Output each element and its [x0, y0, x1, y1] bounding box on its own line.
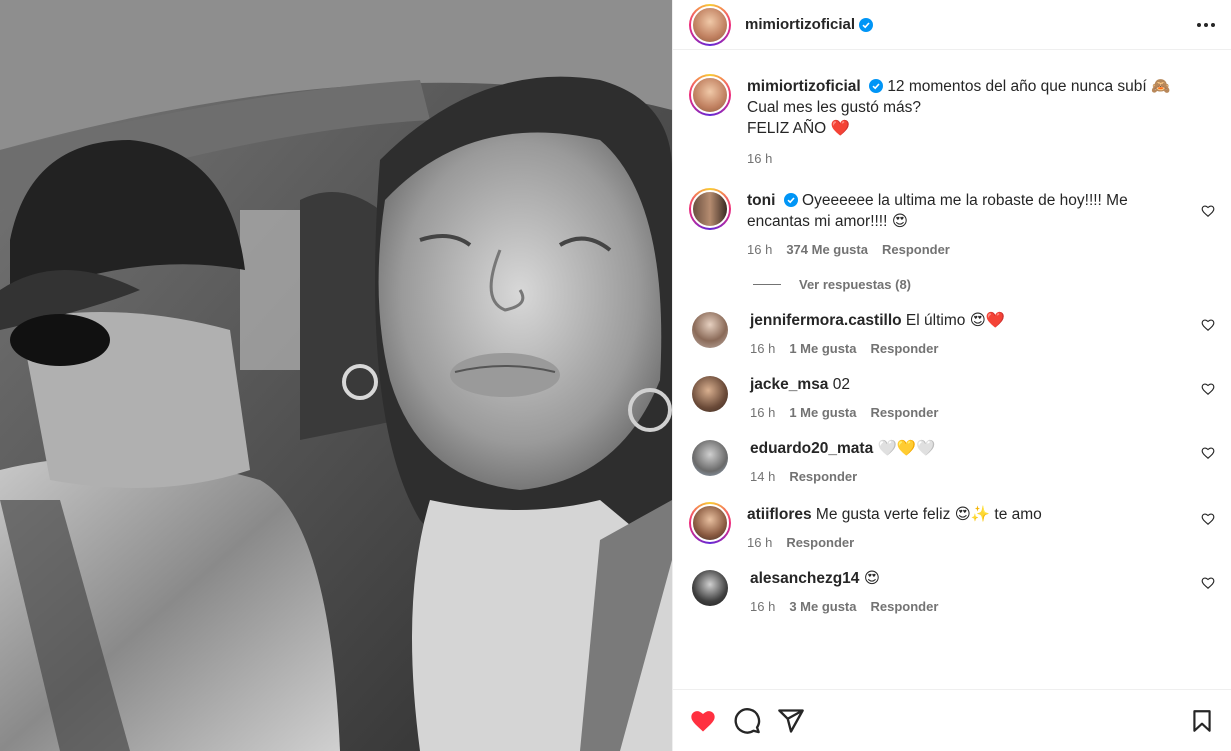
comment-item: alesanchezg14 😍 16 h 3 Me gusta Responde…: [689, 568, 1215, 614]
commenter-avatar[interactable]: [692, 312, 728, 348]
post-photo-image: [0, 0, 672, 751]
comment-item: atiiflores Me gusta verte feliz 😍✨ te am…: [689, 502, 1215, 550]
send-icon[interactable]: [777, 707, 805, 735]
comment-time: 16 h: [747, 535, 773, 550]
reply-button[interactable]: Responder: [786, 535, 854, 550]
commenter-avatar[interactable]: [689, 502, 731, 544]
commenter-username[interactable]: jennifermora.castillo: [750, 312, 902, 329]
comments-list: mimiortizoficial 12 momentos del año que…: [673, 50, 1231, 689]
action-bar: [673, 689, 1231, 751]
commenter-avatar[interactable]: [692, 440, 728, 476]
commenter-avatar[interactable]: [689, 188, 731, 230]
reply-button[interactable]: Responder: [882, 242, 950, 257]
comment-likes[interactable]: 1 Me gusta: [789, 341, 856, 356]
author-avatar[interactable]: [689, 3, 731, 46]
post-header: mimiortizoficial: [673, 0, 1231, 50]
verified-badge-icon: [859, 17, 874, 32]
commenter-username[interactable]: atiiflores: [747, 506, 812, 523]
comment-time: 16 h: [750, 405, 776, 420]
heart-filled-icon[interactable]: [689, 707, 717, 735]
comment-time: 16 h: [750, 599, 776, 614]
post-viewer: mimiortizoficial mimiortizoficial 12 mom…: [0, 0, 1231, 751]
reply-button[interactable]: Responder: [789, 469, 857, 484]
comment-time: 16 h: [750, 341, 776, 356]
comment-item: toni Oyeeeeee la ultima me la robaste de…: [689, 188, 1215, 257]
comment-likes[interactable]: 3 Me gusta: [789, 599, 856, 614]
bookmark-icon[interactable]: [1189, 708, 1215, 734]
commenter-username[interactable]: eduardo20_mata: [750, 440, 873, 457]
comment-like-icon[interactable]: [1201, 446, 1215, 460]
comment-like-icon[interactable]: [1201, 204, 1215, 218]
comment-like-icon[interactable]: [1201, 512, 1215, 526]
comment-item: eduardo20_mata 🤍💛🤍 14 h Responder: [689, 438, 1215, 484]
view-replies-label: Ver respuestas (8): [799, 277, 912, 292]
comment-text-line2: encantas mi amor!!!! 😍: [747, 213, 908, 230]
comment-text: El último 😍❤️: [905, 312, 1006, 329]
comment-item: jacke_msa 02 16 h 1 Me gusta Responder: [689, 374, 1215, 420]
comment-likes[interactable]: 374 Me gusta: [786, 242, 868, 257]
verified-badge-icon: [869, 79, 883, 93]
comment-like-icon[interactable]: [1201, 382, 1215, 396]
comment-text: Oyeeeeee la ultima me la robaste de hoy!…: [802, 192, 1128, 209]
verified-badge-icon: [783, 193, 798, 207]
view-replies-button[interactable]: Ver respuestas (8): [753, 277, 1215, 292]
comment-like-icon[interactable]: [1201, 576, 1215, 590]
reply-button[interactable]: Responder: [871, 405, 939, 420]
caption-username[interactable]: mimiortizoficial: [747, 78, 861, 95]
commenter-username[interactable]: jacke_msa: [750, 376, 828, 393]
comment-like-icon[interactable]: [1201, 318, 1215, 332]
post-side-panel: mimiortizoficial mimiortizoficial 12 mom…: [672, 0, 1231, 751]
author-username[interactable]: mimiortizoficial: [745, 16, 855, 33]
commenter-username[interactable]: alesanchezg14: [750, 570, 859, 587]
author-avatar-small[interactable]: [689, 74, 731, 116]
comment-item: jennifermora.castillo El último 😍❤️ 16 h…: [689, 310, 1215, 356]
commenter-username[interactable]: toni: [747, 192, 775, 209]
commenter-avatar[interactable]: [692, 570, 728, 606]
comment-time: 14 h: [750, 469, 776, 484]
comment-icon[interactable]: [733, 707, 761, 735]
caption-text-line1: 12 momentos del año que nunca subí 🙈: [887, 78, 1171, 95]
caption-time: 16 h: [747, 151, 773, 166]
comment-text: 🤍💛🤍: [877, 440, 936, 457]
caption-text-line2: Cual mes les gustó más?: [747, 99, 922, 116]
caption-text-line3: FELIZ AÑO ❤️: [747, 120, 850, 137]
post-caption: mimiortizoficial 12 momentos del año que…: [689, 74, 1215, 166]
comment-text: Me gusta verte feliz 😍✨ te amo: [815, 506, 1042, 523]
comment-likes[interactable]: 1 Me gusta: [789, 405, 856, 420]
post-photo[interactable]: [0, 0, 672, 751]
comment-time: 16 h: [747, 242, 773, 257]
more-options-icon[interactable]: [1197, 17, 1215, 33]
reply-button[interactable]: Responder: [871, 599, 939, 614]
reply-button[interactable]: Responder: [871, 341, 939, 356]
replies-divider: [753, 284, 781, 285]
comment-text: 02: [832, 376, 850, 393]
commenter-avatar[interactable]: [692, 376, 728, 412]
comment-text: 😍: [863, 570, 880, 587]
